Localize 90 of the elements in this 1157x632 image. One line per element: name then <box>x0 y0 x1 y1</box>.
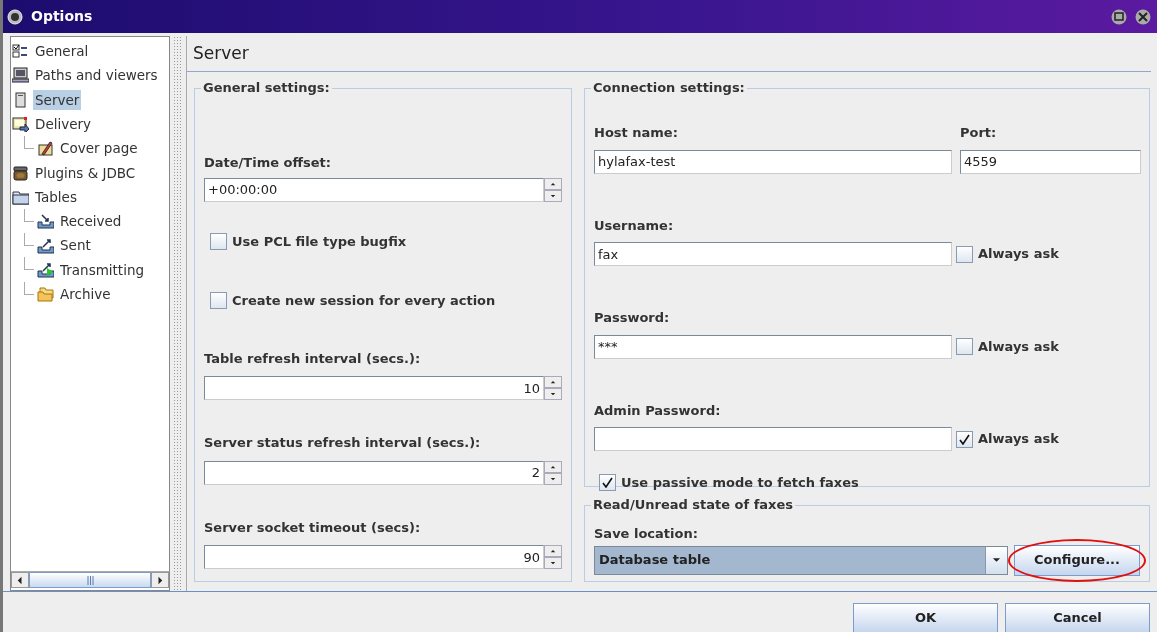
maximize-icon <box>1111 8 1127 25</box>
grip-icon <box>86 575 94 585</box>
configure-button[interactable]: Configure... <box>1014 544 1140 576</box>
scroll-thumb[interactable] <box>29 572 151 588</box>
splitter-handle[interactable] <box>173 36 183 591</box>
dialog-button[interactable]: OK <box>853 603 998 632</box>
checkbox-label: Use passive mode to fetch faxes <box>621 474 859 492</box>
tree-item[interactable]: Archive <box>58 284 113 305</box>
group-title: Read/Unread state of faxes <box>591 497 796 513</box>
checkbox[interactable] <box>210 232 227 250</box>
field-label: Host name: <box>594 124 679 142</box>
tree-item[interactable]: Plugins & JDBC <box>33 162 138 183</box>
scroll-left-button[interactable] <box>11 572 29 588</box>
spin-down-button[interactable] <box>544 557 562 569</box>
spinner-field[interactable]: 10 <box>204 376 544 400</box>
field-label: Username: <box>594 216 675 235</box>
pencil-document-icon <box>37 140 54 157</box>
folder-icon <box>12 188 29 205</box>
field-label: Date/Time offset: <box>204 154 332 172</box>
field-label: Port: <box>960 124 998 142</box>
field-label: Server status refresh interval (secs.): <box>204 434 482 452</box>
arrow-right-icon <box>157 575 163 585</box>
arrow-left-icon <box>17 575 23 585</box>
arrow-down-icon <box>550 561 556 565</box>
tree-item[interactable]: Server <box>33 89 82 110</box>
close-icon <box>1135 8 1151 25</box>
arrow-up-icon <box>550 380 556 384</box>
tree-item[interactable]: Sent <box>58 235 93 256</box>
check-icon <box>959 433 970 445</box>
tree-item[interactable]: Tables <box>33 186 79 208</box>
tree-item[interactable]: General <box>33 41 91 62</box>
text-field[interactable]: fax <box>594 242 952 266</box>
window-title: Options <box>31 7 93 26</box>
server-icon <box>12 91 29 108</box>
close-button[interactable] <box>1135 8 1151 25</box>
folders-icon <box>37 286 54 303</box>
spin-down-button[interactable] <box>544 388 562 400</box>
spinner-field[interactable]: 90 <box>204 545 544 569</box>
tree-item[interactable]: Received <box>58 211 124 232</box>
checkbox[interactable] <box>956 338 973 355</box>
dialog-button[interactable]: Cancel <box>1005 603 1150 632</box>
inbox-arrow-icon <box>37 213 54 230</box>
checkbox-label: Use PCL file type bugfix <box>232 232 407 251</box>
jar-icon <box>12 164 29 181</box>
checkbox-label: Create new session for every action <box>232 292 496 310</box>
arrow-down-icon <box>550 476 556 481</box>
field-label: Server socket timeout (secs): <box>204 518 422 537</box>
check-icon <box>602 477 613 489</box>
spin-up-button[interactable] <box>544 460 562 473</box>
group-title: Connection settings: <box>591 80 747 96</box>
checkbox[interactable] <box>210 292 227 310</box>
arrow-down-icon <box>550 193 556 198</box>
caret-icon <box>991 557 1002 563</box>
tree-item[interactable]: Paths and viewers <box>33 65 160 86</box>
text-field[interactable] <box>594 427 952 451</box>
field-label: Table refresh interval (secs.): <box>204 349 422 368</box>
spinner-field[interactable]: +00:00:00 <box>204 177 544 202</box>
text-field[interactable]: 4559 <box>960 149 1141 174</box>
tree-item[interactable]: Cover page <box>58 138 140 159</box>
tree-item[interactable]: Delivery <box>33 113 94 135</box>
text-field[interactable]: hylafax-test <box>594 149 952 174</box>
maximize-button[interactable] <box>1111 8 1127 25</box>
dropdown-arrow-button[interactable] <box>985 546 1007 574</box>
arrow-up-icon <box>550 464 556 469</box>
spin-up-button[interactable] <box>544 376 562 388</box>
page-title: Server <box>187 36 1151 72</box>
text-field[interactable]: *** <box>594 334 952 359</box>
checkbox-label: Always ask <box>978 245 1059 264</box>
spinner-field[interactable]: 2 <box>204 460 544 485</box>
arrow-up-icon <box>550 549 556 553</box>
dropdown[interactable]: Database table <box>594 545 1008 575</box>
checkbox[interactable] <box>599 474 616 492</box>
outbox-arrow-icon <box>37 237 54 254</box>
tree-item[interactable]: Transmitting <box>58 259 147 280</box>
scroll-right-button[interactable] <box>151 572 169 588</box>
spin-up-button[interactable] <box>544 545 562 557</box>
spin-up-button[interactable] <box>544 177 562 190</box>
arrow-up-icon <box>550 181 556 186</box>
app-icon <box>7 8 23 25</box>
arrow-down-icon <box>550 392 556 396</box>
group-title: General settings: <box>201 80 332 96</box>
monitor-icon <box>12 67 29 84</box>
field-label: Save location: <box>594 525 699 543</box>
field-label: Password: <box>594 309 671 327</box>
field-label: Admin Password: <box>594 401 722 420</box>
checkbox-label: Always ask <box>978 430 1059 449</box>
checkbox-label: Always ask <box>978 337 1059 356</box>
outbox-play-icon <box>37 261 54 278</box>
checkbox[interactable] <box>956 430 973 448</box>
checkbox[interactable] <box>956 245 973 263</box>
